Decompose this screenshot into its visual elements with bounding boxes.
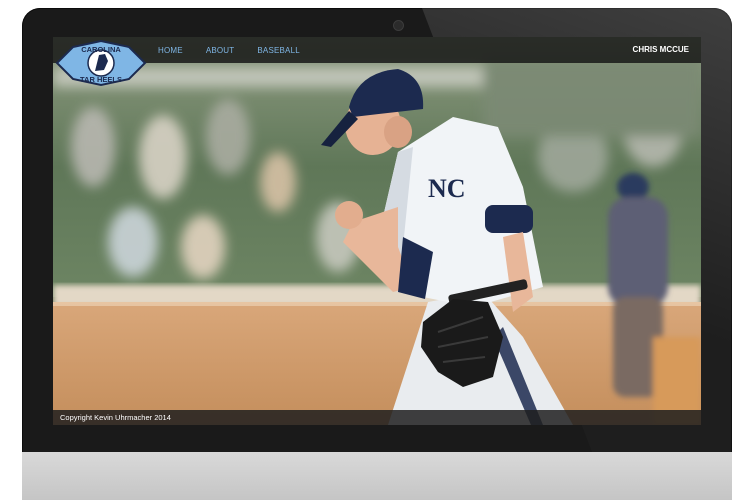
nav-link-about[interactable]: ABOUT [206, 46, 235, 55]
website-screen: NC HOME ABOUT BASEBALL CHRIS MCCUE CAROL… [53, 37, 701, 425]
webcam-icon [393, 20, 404, 31]
nav-link-home[interactable]: HOME [158, 46, 183, 55]
hero-photo: NC [53, 37, 701, 425]
monitor-stand [22, 452, 732, 500]
copyright-text: Copyright Kevin Uhrmacher 2014 [60, 413, 171, 422]
site-brand-name[interactable]: CHRIS MCCUE [633, 45, 689, 54]
tar-heels-logo[interactable]: CAROLINA TAR HEELS [55, 39, 147, 87]
logo-text-bottom: TAR HEELS [80, 75, 122, 84]
svg-text:NC: NC [428, 174, 466, 203]
logo-text-top: CAROLINA [81, 45, 121, 54]
nav-links: HOME ABOUT BASEBALL [158, 37, 323, 63]
footer-bar: Copyright Kevin Uhrmacher 2014 [53, 410, 701, 425]
nav-bar: HOME ABOUT BASEBALL CHRIS MCCUE [53, 37, 701, 63]
nav-link-baseball[interactable]: BASEBALL [257, 46, 300, 55]
